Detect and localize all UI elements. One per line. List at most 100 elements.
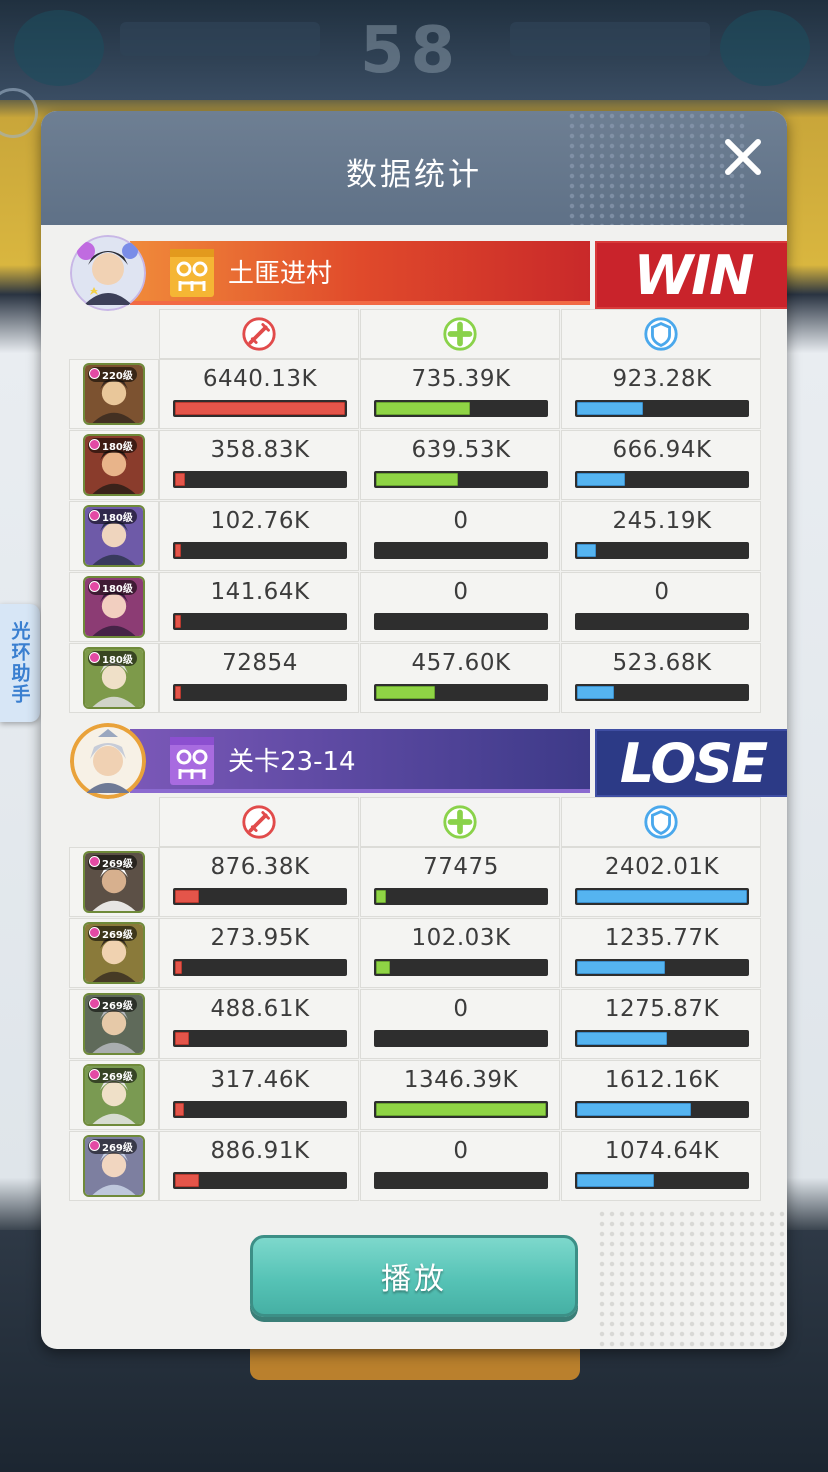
hero-heal-bar [374, 542, 548, 559]
hero-damage-value: 102.76K [210, 508, 310, 534]
hero-stat-row: 180级 141.64K 0 0 [69, 572, 761, 642]
hero-damage-value: 6440.13K [202, 366, 318, 392]
hero-stat-row: 269级 317.46K 1346.39K 1612.16K [69, 1060, 761, 1130]
hero-damage-bar-fill [175, 402, 345, 415]
hero-heal-value: 0 [453, 1138, 469, 1164]
play-button[interactable]: 播放 [250, 1235, 578, 1317]
team2-band-line [130, 789, 590, 793]
hero-tank-bar-fill [577, 1032, 667, 1045]
helper-side-tab[interactable]: 光环助手 [0, 604, 40, 722]
team2-header-damage [159, 797, 359, 847]
team2-avatar[interactable] [70, 723, 146, 799]
hero-tank-cell: 2402.01K [561, 847, 761, 917]
background-pill-right [510, 22, 710, 56]
hero-cell: 269级 [69, 989, 159, 1059]
hero-heal-bar-fill [376, 686, 435, 699]
hero-stat-row: 269级 886.91K 0 1074.64K [69, 1131, 761, 1201]
hero-tank-cell: 0 [561, 572, 761, 642]
hero-tank-value: 666.94K [612, 437, 712, 463]
hero-portrait[interactable]: 180级 [83, 647, 145, 709]
hero-heal-bar [374, 684, 548, 701]
hero-damage-cell: 488.61K [159, 989, 359, 1059]
hero-heal-bar-fill [376, 1103, 546, 1116]
hero-tank-value: 1612.16K [604, 1067, 720, 1093]
hero-damage-bar-fill [175, 544, 181, 557]
hero-faction-icon [89, 439, 100, 450]
team1-stat-header-row [69, 309, 761, 359]
hero-tank-cell: 1612.16K [561, 1060, 761, 1130]
hero-tank-cell: 523.68K [561, 643, 761, 713]
hero-tank-bar-fill [577, 402, 643, 415]
hero-portrait[interactable]: 180级 [83, 434, 145, 496]
modal-title: 数据统计 [346, 157, 482, 193]
bandit-emblem-icon [166, 247, 218, 299]
hero-faction-icon [89, 927, 100, 938]
hero-portrait[interactable]: 269级 [83, 851, 145, 913]
hero-portrait[interactable]: 269级 [83, 1064, 145, 1126]
damage-icon[interactable] [240, 315, 278, 353]
hero-cell: 269级 [69, 1131, 159, 1201]
hero-tank-value: 2402.01K [604, 854, 720, 880]
hero-heal-bar [374, 471, 548, 488]
team2-header-heal [360, 797, 560, 847]
hero-damage-cell: 6440.13K [159, 359, 359, 429]
hero-faction-icon [89, 1140, 100, 1151]
hero-heal-cell: 735.39K [360, 359, 560, 429]
hero-tank-bar-fill [577, 473, 625, 486]
hero-portrait[interactable]: 180级 [83, 505, 145, 567]
hero-tank-bar [575, 1030, 749, 1047]
hero-portrait[interactable]: 180级 [83, 576, 145, 638]
hero-heal-bar [374, 1172, 548, 1189]
hero-damage-bar-fill [175, 961, 182, 974]
hero-tank-bar [575, 400, 749, 417]
team2-stat-header-row [69, 797, 761, 847]
hero-damage-cell: 886.91K [159, 1131, 359, 1201]
close-button[interactable] [719, 133, 767, 181]
hero-tank-bar [575, 1172, 749, 1189]
hero-portrait[interactable]: 269级 [83, 922, 145, 984]
hero-damage-bar [173, 684, 347, 701]
background-badge-right [720, 10, 810, 86]
play-button-label: 播放 [381, 1262, 447, 1297]
background-pill-left [120, 22, 320, 56]
hero-cell: 180级 [69, 572, 159, 642]
hero-tank-bar [575, 1101, 749, 1118]
hero-heal-cell: 0 [360, 572, 560, 642]
hero-heal-bar-fill [376, 402, 470, 415]
hero-portrait[interactable]: 269级 [83, 1135, 145, 1197]
hero-stat-row: 220级 6440.13K 735.39K 923.28K [69, 359, 761, 429]
hero-heal-bar [374, 1030, 548, 1047]
heal-icon[interactable] [441, 803, 479, 841]
team1-avatar[interactable] [70, 235, 146, 311]
hero-cell: 269级 [69, 847, 159, 917]
hero-damage-bar-fill [175, 1103, 184, 1116]
hero-cell: 180级 [69, 430, 159, 500]
hero-faction-icon [89, 1069, 100, 1080]
damage-icon[interactable] [240, 803, 278, 841]
hero-heal-value: 0 [453, 579, 469, 605]
hero-damage-bar [173, 1101, 347, 1118]
close-icon [725, 139, 761, 175]
hero-heal-bar-fill [376, 961, 390, 974]
hero-tank-bar [575, 542, 749, 559]
hero-tank-cell: 245.19K [561, 501, 761, 571]
hero-portrait[interactable]: 220级 [83, 363, 145, 425]
hero-portrait[interactable]: 269级 [83, 993, 145, 1055]
hero-tank-value: 1275.87K [604, 996, 720, 1022]
hero-damage-value: 72854 [222, 650, 298, 676]
hero-tank-bar [575, 613, 749, 630]
hero-heal-cell: 639.53K [360, 430, 560, 500]
shield-icon[interactable] [642, 315, 680, 353]
hero-damage-cell: 876.38K [159, 847, 359, 917]
team2-result-lose: LOSE [595, 729, 787, 797]
hero-heal-bar [374, 613, 548, 630]
shield-icon[interactable] [642, 803, 680, 841]
heal-icon[interactable] [441, 315, 479, 353]
hero-tank-bar [575, 888, 749, 905]
hero-faction-icon [89, 510, 100, 521]
hero-damage-bar [173, 888, 347, 905]
corner-dot-pattern [597, 1209, 787, 1349]
hero-faction-icon [89, 581, 100, 592]
team1-header-heal [360, 309, 560, 359]
hero-tank-bar-fill [577, 890, 747, 903]
